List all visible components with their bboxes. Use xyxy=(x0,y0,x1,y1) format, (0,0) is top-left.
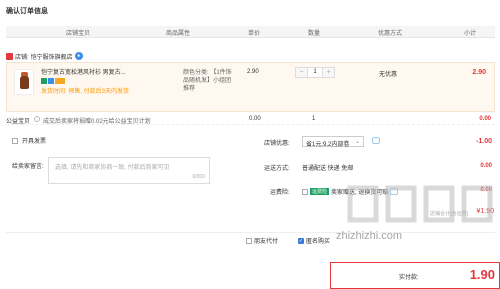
insurance-checkbox[interactable] xyxy=(302,188,308,195)
message-placeholder: 选填, 请先和商家协商一致, 付款后商家可见 xyxy=(55,165,170,171)
chat-bubble-icon[interactable] xyxy=(372,137,380,144)
unit-price: 2.90 xyxy=(247,69,259,75)
anonymous-option[interactable]: ✓ 匿名购买 xyxy=(298,236,330,245)
product-attr: 颜色分类: 【1件饰品随机发】小组团推荐 xyxy=(183,70,232,92)
plus-button[interactable]: + xyxy=(323,68,334,77)
store-discount-amount: -1.00 xyxy=(476,138,492,145)
chevron-down-icon: ⌄ xyxy=(354,139,360,145)
message-label: 给卖家留言: xyxy=(12,164,44,170)
store-discount-value: 省1元:9.2内部卷 xyxy=(306,142,350,148)
invoice-label: 开具发票 xyxy=(22,139,47,145)
shipping-amount: 0.00 xyxy=(480,163,492,169)
charity-row: 公益宝贝 成交后卖家将捐赠0.02元给公益宝贝计划 0.00 1 0.00 xyxy=(6,113,495,125)
quantity-input[interactable]: 1 xyxy=(307,68,323,77)
payment-box: 实付款: 1.90 xyxy=(330,262,500,289)
minus-button[interactable]: − xyxy=(296,68,307,77)
shop-icon xyxy=(6,52,13,60)
store-discount-select[interactable]: 省1元:9.2内部卷 ⌄ xyxy=(302,136,364,148)
friend-pay-label: 朋友代付 xyxy=(254,239,279,245)
shipping-label: 运送方式: xyxy=(264,166,290,172)
friend-pay-option[interactable]: 朋友代付 xyxy=(246,236,278,245)
store-discount-label: 店铺优惠: xyxy=(264,141,290,147)
header-discount: 优惠方式 xyxy=(378,31,403,37)
shop-label: 店铺: xyxy=(15,54,29,61)
charity-price: 0.00 xyxy=(249,116,261,122)
bottle-shape xyxy=(20,76,29,89)
product-thumbnail[interactable] xyxy=(14,69,34,95)
badge-blue-icon xyxy=(48,78,54,84)
payment-amount: 1.90 xyxy=(469,267,495,282)
header-subtotal: 小计 xyxy=(464,31,477,37)
invoice-option[interactable]: 开具发票 xyxy=(12,136,46,145)
item-row: 恺宁复古宽松港风衬衫 男复古... 发货时间: 预售, 付款后3天内发货 颜色分… xyxy=(6,62,495,112)
header-attr: 商品属性 xyxy=(166,31,191,37)
chat-icon[interactable]: ● xyxy=(74,52,83,60)
charity-label: 公益宝贝 xyxy=(6,119,31,125)
header-qty: 数量 xyxy=(308,31,321,37)
charity-text: 成交后卖家将捐赠0.02元给公益宝贝计划 xyxy=(43,119,151,125)
page-title: 确认订单信息 xyxy=(6,8,48,15)
shop-bar: 店铺: 恺宁服饰旗舰店 ● xyxy=(6,51,83,61)
invoice-checkbox[interactable] xyxy=(12,137,18,144)
item-subtotal: 2.90 xyxy=(472,69,486,76)
header-unit-price: 单价 xyxy=(248,31,261,37)
product-badges xyxy=(41,78,65,84)
badge-green-icon xyxy=(41,78,47,84)
watermark-text: zhizhizhi.com xyxy=(336,230,403,242)
charity-check-icon xyxy=(34,116,40,122)
shipping-value: 普通配送 快递 免邮 xyxy=(302,166,354,172)
header-shop-item: 店铺宝贝 xyxy=(66,31,91,37)
ship-time: 发货时间: 预售, 付款后3天内发货 xyxy=(41,89,130,95)
charity-subtotal: 0.00 xyxy=(479,116,491,122)
payment-label: 实付款: xyxy=(399,275,419,281)
friend-pay-checkbox[interactable] xyxy=(246,237,252,244)
anonymous-label: 匿名购买 xyxy=(306,239,331,245)
bottom-options: 朋友代付 ✓ 匿名购买 xyxy=(6,232,495,246)
shop-name[interactable]: 恺宁服饰旗舰店 xyxy=(31,52,73,61)
product-name[interactable]: 恺宁复古宽松港风衬衫 男复古... xyxy=(41,69,131,77)
insurance-label: 运费险: xyxy=(270,190,290,196)
table-header: 店铺宝贝 商品属性 单价 数量 优惠方式 小计 xyxy=(6,26,495,38)
anonymous-checkbox[interactable]: ✓ xyxy=(298,237,304,244)
charity-qty: 1 xyxy=(312,116,316,122)
insurance-tag: 运费险 xyxy=(310,188,330,195)
watermark-logo-icon xyxy=(347,185,493,223)
badge-orange-icon xyxy=(55,78,65,84)
discount-method: 无优惠 xyxy=(379,72,398,78)
message-textarea[interactable]: 选填, 请先和商家协商一致, 付款后商家可见 0/200 xyxy=(48,157,210,184)
message-counter: 0/200 xyxy=(192,174,205,180)
quantity-stepper[interactable]: − 1 + xyxy=(295,67,335,78)
